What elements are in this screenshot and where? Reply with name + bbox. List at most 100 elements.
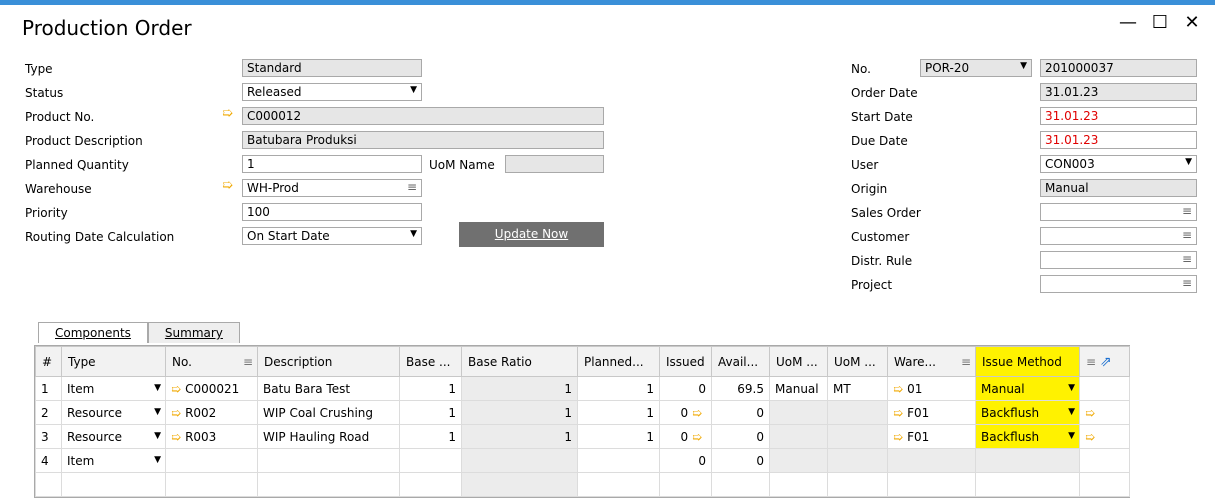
- row-issue-method[interactable]: [975, 448, 1080, 473]
- row-description[interactable]: [257, 448, 400, 473]
- row-issue-method[interactable]: Backflush ▼: [975, 424, 1080, 449]
- row-no[interactable]: ➯ R002: [165, 400, 258, 425]
- row-no[interactable]: ➯ C000021: [165, 376, 258, 401]
- row-planned[interactable]: 1: [577, 424, 660, 449]
- table-menu-icon[interactable]: ≡: [1086, 355, 1096, 369]
- row-no[interactable]: [165, 448, 258, 473]
- minimize-button[interactable]: —: [1119, 12, 1137, 33]
- col-header-issue-method[interactable]: Issue Method: [975, 346, 1080, 377]
- link-arrow-icon[interactable]: ➯: [893, 382, 903, 396]
- row-planned[interactable]: 1: [577, 376, 660, 401]
- col-header-description[interactable]: Description: [257, 346, 400, 377]
- status-dropdown[interactable]: Released: [242, 83, 422, 101]
- tab-components[interactable]: Components: [38, 322, 148, 343]
- expand-icon[interactable]: ⇗: [1100, 354, 1112, 370]
- link-arrow-icon[interactable]: ➯: [893, 406, 903, 420]
- col-header-base-ratio[interactable]: Base Ratio: [461, 346, 578, 377]
- row-tools: [1079, 376, 1130, 401]
- product-link-arrow-icon[interactable]: ➯: [222, 106, 233, 121]
- link-arrow-icon[interactable]: ➯: [171, 430, 181, 444]
- link-arrow-icon[interactable]: ➯: [171, 406, 181, 420]
- table-row[interactable]: 2 Resource ▼ ➯ R002 WIP Coal Crushing 1 1 …: [35, 400, 1130, 425]
- row-type[interactable]: Resource ▼: [61, 400, 166, 425]
- user-dropdown[interactable]: CON003: [1040, 155, 1197, 173]
- chevron-down-icon[interactable]: ▼: [154, 431, 161, 441]
- row-base-qty[interactable]: 1: [399, 424, 462, 449]
- row-warehouse[interactable]: [887, 448, 976, 473]
- planned-qty-input[interactable]: 1: [242, 155, 422, 173]
- row-warehouse[interactable]: ➯ F01: [887, 400, 976, 425]
- project-input[interactable]: [1040, 275, 1197, 293]
- chevron-down-icon[interactable]: ▼: [1068, 383, 1075, 393]
- row-warehouse[interactable]: ➯ 01: [887, 376, 976, 401]
- row-planned[interactable]: [577, 448, 660, 473]
- col-header-index[interactable]: #: [35, 346, 62, 377]
- row-planned[interactable]: 1: [577, 400, 660, 425]
- row-index: 2: [35, 400, 62, 425]
- col-header-base-qty[interactable]: Base ...: [399, 346, 462, 377]
- row-description[interactable]: WIP Coal Crushing: [257, 400, 400, 425]
- table-row[interactable]: 4 Item ▼ 0 0: [35, 448, 1130, 473]
- row-description[interactable]: Batu Bara Test: [257, 376, 400, 401]
- col-header-no[interactable]: No. ≡: [165, 346, 258, 377]
- warehouse-value: WH-Prod: [247, 181, 299, 195]
- start-date-input[interactable]: 31.01.23: [1040, 107, 1197, 125]
- routing-dropdown[interactable]: On Start Date: [242, 227, 422, 245]
- row-description[interactable]: WIP Hauling Road: [257, 424, 400, 449]
- col-header-uom-2[interactable]: UoM ...: [827, 346, 888, 377]
- row-available: 0: [711, 400, 770, 425]
- table-row-empty[interactable]: [35, 472, 1130, 497]
- maximize-button[interactable]: ☐: [1151, 12, 1169, 33]
- update-now-button[interactable]: Update Now: [459, 222, 604, 247]
- row-available: 0: [711, 424, 770, 449]
- col-header-type[interactable]: Type: [61, 346, 166, 377]
- link-arrow-icon[interactable]: ➯: [1085, 430, 1095, 444]
- chevron-down-icon[interactable]: ▼: [154, 455, 161, 465]
- close-button[interactable]: ✕: [1183, 12, 1201, 33]
- col-header-issued[interactable]: Issued: [659, 346, 712, 377]
- table-row[interactable]: 1 Item ▼ ➯ C000021 Batu Bara Test 1 1 1 0 …: [35, 376, 1130, 401]
- link-arrow-icon[interactable]: ➯: [171, 382, 181, 396]
- window-title: Production Order: [22, 16, 192, 40]
- row-issue-method[interactable]: Backflush ▼: [975, 400, 1080, 425]
- row-no[interactable]: ➯ R003: [165, 424, 258, 449]
- sales-order-label: Sales Order: [851, 206, 921, 220]
- row-type[interactable]: Item ▼: [61, 448, 166, 473]
- chevron-down-icon[interactable]: ▼: [154, 383, 161, 393]
- col-header-warehouse[interactable]: Ware... ≡: [887, 346, 976, 377]
- due-date-input[interactable]: 31.01.23: [1040, 131, 1197, 149]
- priority-input[interactable]: 100: [242, 203, 422, 221]
- sales-order-input[interactable]: [1040, 203, 1197, 221]
- row-base-qty[interactable]: 1: [399, 376, 462, 401]
- customer-input[interactable]: [1040, 227, 1197, 245]
- warehouse-link-arrow-icon[interactable]: ➯: [222, 178, 233, 193]
- product-desc-label: Product Description: [25, 134, 143, 148]
- row-type[interactable]: Resource ▼: [61, 424, 166, 449]
- distr-rule-input[interactable]: [1040, 251, 1197, 269]
- tab-summary[interactable]: Summary: [147, 322, 240, 343]
- link-arrow-icon[interactable]: ➯: [692, 406, 702, 420]
- table-row[interactable]: 3 Resource ▼ ➯ R003 WIP Hauling Road 1 1 1…: [35, 424, 1130, 449]
- no-series-dropdown[interactable]: POR-20: [920, 59, 1032, 77]
- row-issue-method[interactable]: Manual ▼: [975, 376, 1080, 401]
- col-header-available[interactable]: Avail...: [711, 346, 770, 377]
- chevron-down-icon[interactable]: ▼: [1068, 407, 1075, 417]
- row-warehouse[interactable]: ➯ F01: [887, 424, 976, 449]
- column-menu-icon[interactable]: ≡: [243, 355, 253, 369]
- col-header-tools[interactable]: ≡ ⇗: [1079, 346, 1130, 377]
- link-arrow-icon[interactable]: ➯: [692, 430, 702, 444]
- row-base-qty[interactable]: 1: [399, 400, 462, 425]
- chevron-down-icon[interactable]: ▼: [154, 407, 161, 417]
- warehouse-input[interactable]: WH-Prod: [242, 179, 422, 197]
- column-menu-icon[interactable]: ≡: [961, 355, 971, 369]
- no-label: No.: [851, 62, 871, 76]
- type-field: Standard: [242, 59, 422, 77]
- col-header-planned[interactable]: Planned...: [577, 346, 660, 377]
- col-header-uom-1[interactable]: UoM ...: [769, 346, 828, 377]
- warehouse-label: Warehouse: [25, 182, 92, 196]
- link-arrow-icon[interactable]: ➯: [1085, 406, 1095, 420]
- link-arrow-icon[interactable]: ➯: [893, 430, 903, 444]
- row-type[interactable]: Item ▼: [61, 376, 166, 401]
- chevron-down-icon[interactable]: ▼: [1068, 431, 1075, 441]
- row-base-qty[interactable]: [399, 448, 462, 473]
